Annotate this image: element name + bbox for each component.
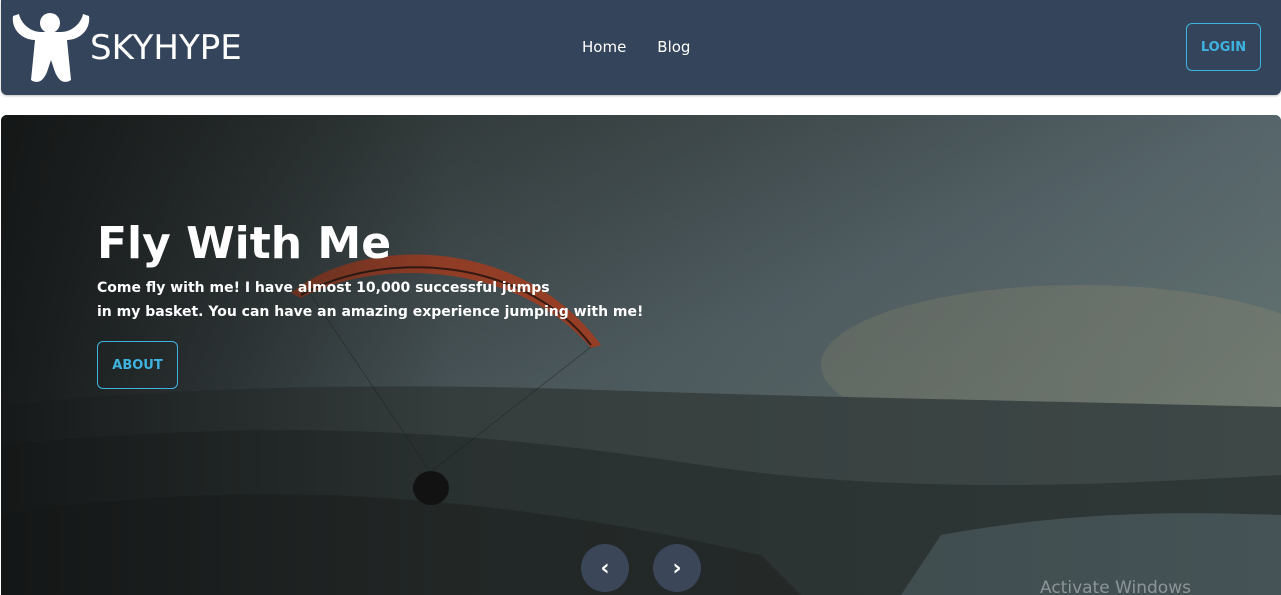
navbar: SKYHYPE Home Blog LOGIN [1,0,1281,95]
chevron-right-icon: › [672,555,682,581]
brand-name[interactable]: SKYHYPE [90,29,242,67]
os-activation-watermark: Activate Windows [1040,578,1191,595]
about-button[interactable]: ABOUT [97,341,178,389]
hero-title: Fly With Me [97,218,392,269]
hero-description-line-1: Come fly with me! I have almost 10,000 s… [97,280,550,296]
hero-description-line-2: in my basket. You can have an amazing ex… [97,304,644,320]
carousel-next-button[interactable]: › [653,544,701,592]
carousel-prev-button[interactable]: ‹ [581,544,629,592]
nav-link-home[interactable]: Home [582,37,626,57]
person-arms-raised-icon[interactable] [9,10,91,84]
nav-link-blog[interactable]: Blog [657,37,690,57]
main-nav: Home Blog [582,37,690,57]
hero-description: Come fly with me! I have almost 10,000 s… [97,276,657,324]
chevron-left-icon: ‹ [600,555,610,581]
login-button[interactable]: LOGIN [1186,23,1261,71]
paraglider-background-image [1,115,1281,595]
hero-carousel: Fly With Me Come fly with me! I have alm… [1,115,1281,595]
